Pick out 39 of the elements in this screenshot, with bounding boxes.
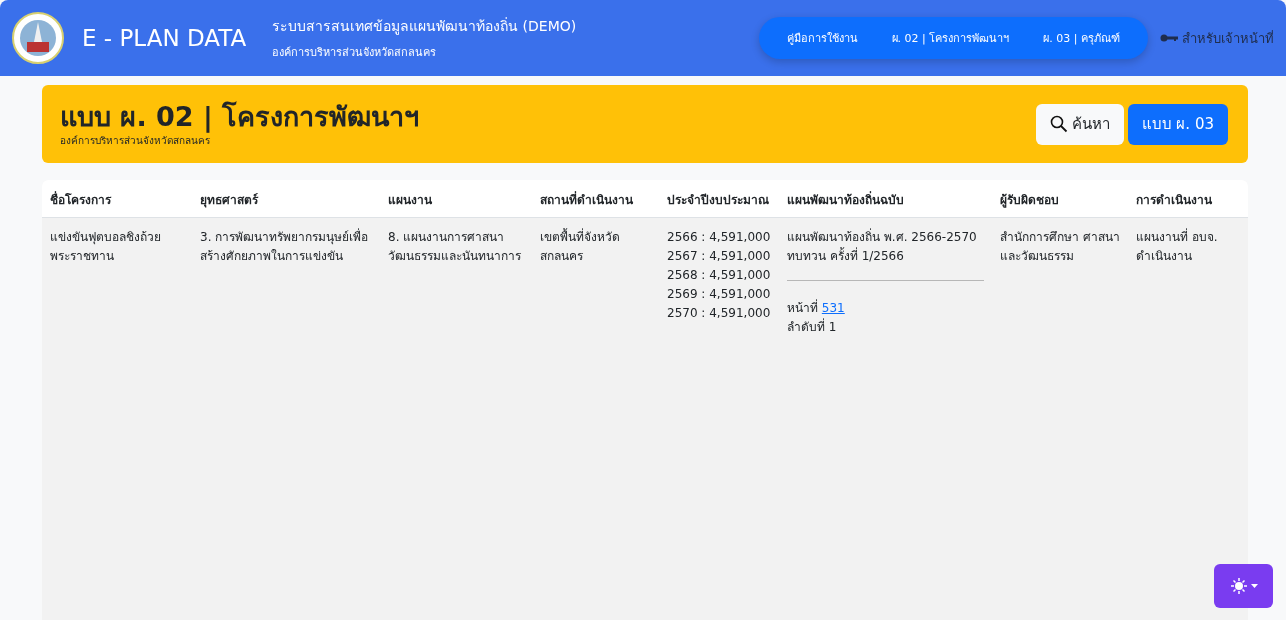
column-header: การดำเนินงาน bbox=[1128, 180, 1248, 218]
budget-line: 2570 : 4,591,000 bbox=[667, 305, 771, 322]
system-title: ระบบสารสนเทศข้อมูลแผนพัฒนาท้องถิ่น (DEMO) bbox=[272, 16, 577, 37]
table-cell-text: เขตพื้นที่จังหวัดสกลนคร bbox=[539, 227, 621, 265]
table-cell-text: 8. แผนงานการศาสนาวัฒนธรรมและนันทนาการ bbox=[387, 229, 522, 265]
table-cell-text: แผนงานที่ อบจ. ดำเนินงาน bbox=[1135, 227, 1219, 265]
brand-title: E - PLAN DATA bbox=[82, 25, 247, 51]
nav-link[interactable]: ผ. 03 | ครุภัณฑ์ bbox=[1029, 29, 1134, 47]
budget-line: 2566 : 4,591,000 bbox=[667, 229, 771, 246]
theme-toggle-button[interactable] bbox=[1214, 564, 1273, 608]
sun-caret-icon bbox=[1229, 577, 1258, 595]
table-cell-text: แข่งขันฟุตบอลชิงถ้วยพระราชทาน bbox=[49, 229, 162, 265]
nav-link[interactable]: ผ. 02 | โครงการพัฒนาฯ bbox=[877, 29, 1024, 47]
organization-name: องค์การบริหารส่วนจังหวัดสกลนคร bbox=[272, 45, 438, 61]
search-icon bbox=[1049, 115, 1068, 133]
page-subtitle: องค์การบริหารส่วนจังหวัดสกลนคร bbox=[60, 133, 211, 148]
emblem-logo bbox=[12, 12, 64, 64]
staff-link[interactable]: สำหรับเจ้าหน้าที่ bbox=[1182, 27, 1274, 49]
column-header: ชื่อโครงการ bbox=[42, 180, 192, 218]
budget-line: 2569 : 4,591,000 bbox=[667, 286, 771, 303]
budget-line: 2568 : 4,591,000 bbox=[667, 267, 771, 284]
column-header: ผู้รับผิดชอบ bbox=[992, 180, 1128, 218]
nav-link[interactable]: คู่มือการใช้งาน bbox=[772, 29, 872, 47]
search-button[interactable]: ค้นหา bbox=[1035, 103, 1124, 145]
order-number: ลำดับที่ 1 bbox=[787, 318, 838, 336]
form-button[interactable]: แบบ ผ. 03 bbox=[1127, 103, 1228, 145]
key-icon bbox=[1160, 33, 1178, 43]
column-header: ยุทธศาสตร์ bbox=[192, 180, 380, 218]
column-header: แผนงาน bbox=[380, 180, 532, 218]
page-link[interactable]: 531 bbox=[821, 301, 845, 315]
column-header: ประจำปีงบประมาณ bbox=[659, 180, 779, 218]
page-title: แบบ ผ. 02 | โครงการพัฒนาฯ bbox=[60, 100, 420, 133]
table-cell-text: 3. การพัฒนาทรัพยากรมนุษย์เพื่อสร้างศักยภาพในการแข่งขัน bbox=[199, 227, 370, 265]
table-cell-text: สำนักการศึกษา ศาสนาและวัฒนธรรม bbox=[999, 229, 1121, 265]
column-header: แผนพัฒนาท้องถิ่นฉบับ bbox=[779, 180, 992, 218]
column-header: สถานที่ดำเนินงาน bbox=[532, 180, 659, 218]
plan-edition: แผนพัฒนาท้องถิ่น พ.ศ. 2566-2570 ทบทวน ครั้งที่ 1/2566 bbox=[787, 228, 984, 281]
page-label: หน้าที่ bbox=[787, 301, 818, 315]
budget-line: 2567 : 4,591,000 bbox=[667, 248, 771, 265]
